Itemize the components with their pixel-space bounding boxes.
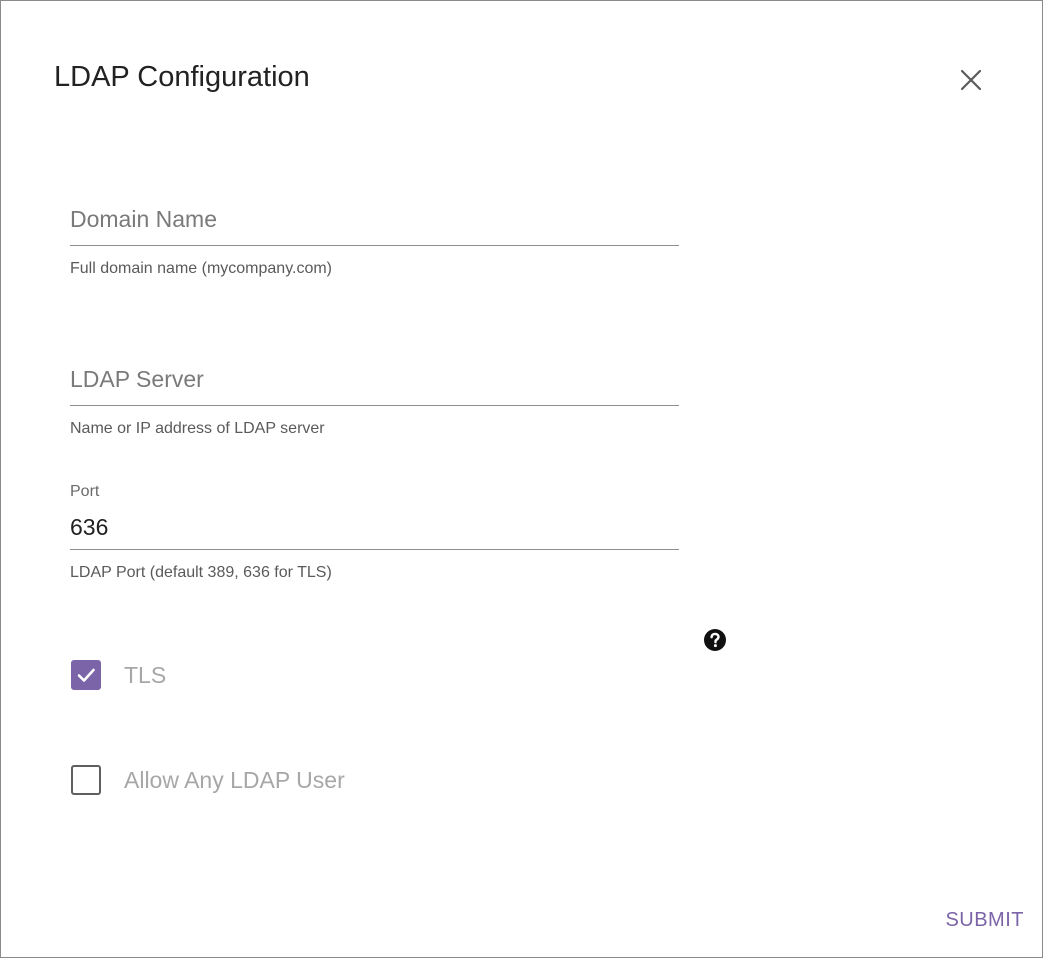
- allow-any-ldap-user-label: Allow Any LDAP User: [124, 766, 345, 793]
- ldap-server-helper-text: Name or IP address of LDAP server: [70, 420, 325, 437]
- close-button[interactable]: [952, 61, 990, 99]
- tls-label: TLS: [124, 661, 167, 688]
- port-label: Port: [70, 483, 100, 500]
- port-helper-text: LDAP Port (default 389, 636 for TLS): [70, 564, 332, 581]
- submit-button[interactable]: SUBMIT: [943, 903, 1026, 938]
- ldap-server-field: Name or IP address of LDAP server: [70, 359, 679, 438]
- ldap-configuration-dialog: LDAP Configuration Full domain name (myc…: [0, 0, 1043, 958]
- tls-checkbox[interactable]: [71, 660, 101, 690]
- allow-any-ldap-user-checkbox[interactable]: [71, 765, 101, 795]
- port-input[interactable]: [70, 511, 679, 550]
- dialog-title: LDAP Configuration: [54, 61, 310, 93]
- ldap-server-input[interactable]: [70, 359, 679, 406]
- domain-name-helper-text: Full domain name (mycompany.com): [70, 260, 333, 277]
- domain-name-field: Full domain name (mycompany.com): [70, 199, 679, 278]
- close-icon: [960, 69, 982, 91]
- checkmark-icon: [77, 668, 95, 682]
- allow-any-ldap-user-option[interactable]: Allow Any LDAP User: [71, 765, 345, 795]
- question-circle-icon[interactable]: [703, 628, 727, 652]
- port-field: Port LDAP Port (default 389, 636 for TLS…: [70, 483, 679, 582]
- tls-option[interactable]: TLS: [71, 660, 166, 690]
- domain-name-input[interactable]: [70, 199, 679, 246]
